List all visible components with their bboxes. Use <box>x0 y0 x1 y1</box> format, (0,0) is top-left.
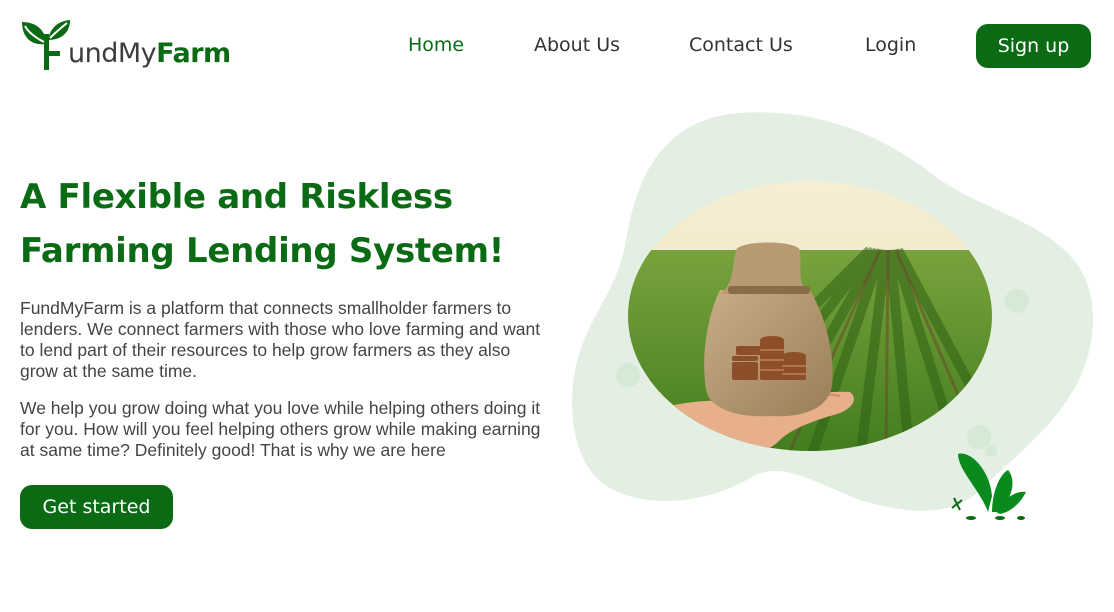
nav-link-login[interactable]: Login <box>865 34 916 56</box>
hero-title-line-1: A Flexible and Riskless <box>20 177 453 217</box>
get-started-button[interactable]: Get started <box>20 485 173 529</box>
hero-paragraph-2: We help you grow doing what you love whi… <box>20 398 541 460</box>
signup-button[interactable]: Sign up <box>976 24 1091 68</box>
nav-link-contact-us[interactable]: Contact Us <box>689 34 793 56</box>
nav-link-about-us[interactable]: About Us <box>534 34 620 56</box>
hero-paragraph-1: FundMyFarm is a platform that connects s… <box>20 298 541 381</box>
main-nav: Home About Us Contact Us Login Sign up <box>0 24 1114 68</box>
nav-link-home[interactable]: Home <box>408 34 464 56</box>
hero-title-line-2: Farming Lending System! <box>20 231 504 271</box>
hero-illustration <box>560 100 1100 530</box>
hero-image <box>572 112 1094 520</box>
hero-title: A Flexible and Riskless Farming Lending … <box>20 170 560 278</box>
landing-page: undMyFarm Home About Us Contact Us Login… <box>0 0 1114 612</box>
